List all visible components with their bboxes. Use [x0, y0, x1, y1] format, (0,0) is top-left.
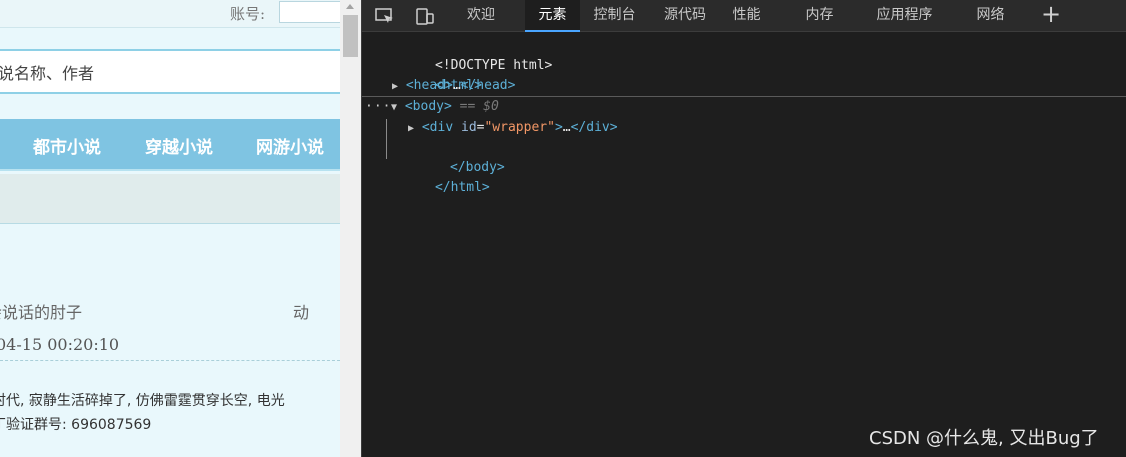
scroll-up-arrow-icon[interactable] [346, 4, 354, 9]
page-scrollbar[interactable] [340, 0, 361, 457]
tab-console[interactable]: 控制台 [587, 0, 642, 32]
collapse-triangle-icon[interactable]: ▼ [391, 102, 397, 113]
devtools-tab-bar: 欢迎 元素 控制台 源代码 性能 内存 应用程序 网络 + [362, 0, 1126, 32]
add-tab-icon[interactable]: + [1041, 2, 1061, 26]
inspect-element-icon[interactable] [375, 6, 395, 26]
csdn-watermark: CSDN @什么鬼, 又出Bug了 [869, 428, 1099, 449]
account-input[interactable] [279, 1, 340, 23]
search-input-text[interactable]: 说名称、作者 [0, 60, 94, 84]
dom-node-div-wrapper[interactable]: ▶ <div id="wrapper">…</div> [408, 118, 618, 138]
update-time: 04-15 00:20:10 [0, 335, 120, 354]
dom-node-html-close[interactable]: </html> [388, 158, 490, 195]
tab-performance[interactable]: 性能 [724, 0, 769, 32]
nav-item-online-game[interactable]: 网游小说 [256, 133, 324, 158]
section-band [0, 174, 340, 224]
dom-node-doctype[interactable]: <!DOCTYPE html> [388, 36, 552, 73]
devtools-panel: 欢迎 元素 控制台 源代码 性能 内存 应用程序 网络 + <!DOCTYPE … [361, 0, 1126, 457]
book-description-line-2: 丁验证群号: 696087569 [0, 417, 152, 433]
dom-node-body-close[interactable]: </body> [403, 138, 505, 175]
search-box[interactable]: 说名称、作者 [0, 49, 340, 94]
category-char: 动 [293, 303, 310, 322]
dom-node-body-row[interactable]: ··· ▼ <body> == $0 [362, 96, 1126, 117]
tab-sources[interactable]: 源代码 [655, 0, 715, 32]
author-name[interactable]: 会说话的肘子 [0, 299, 82, 323]
dom-node-html[interactable]: <html> [388, 56, 482, 93]
dom-node-body[interactable]: ▼ <body> == $0 [391, 97, 499, 117]
expand-triangle-icon[interactable]: ▶ [392, 81, 398, 92]
tab-memory[interactable]: 内存 [797, 0, 842, 32]
device-emulation-icon[interactable] [415, 6, 435, 26]
indent-guide [386, 119, 387, 159]
tab-elements[interactable]: 元素 [525, 0, 580, 32]
account-label: 账号: [230, 5, 266, 23]
dashed-divider [0, 360, 340, 361]
dom-node-head[interactable]: ▶ <head>…</head> [392, 76, 515, 96]
category-nav: 都市小说 穿越小说 网游小说 [0, 119, 340, 171]
expand-triangle-icon[interactable]: ▶ [408, 123, 414, 134]
tab-welcome[interactable]: 欢迎 [452, 0, 510, 32]
more-options-icon[interactable]: ··· [365, 97, 391, 116]
webpage-viewport: 账号: 说名称、作者 都市小说 穿越小说 网游小说 会说话的肘子 动 04-15… [0, 0, 340, 457]
scroll-thumb[interactable] [343, 15, 358, 57]
nav-item-urban[interactable]: 都市小说 [33, 133, 101, 158]
tab-application[interactable]: 应用程序 [867, 0, 942, 32]
book-description-line-1: 时代, 寂静生活碎掉了, 仿佛雷霆贯穿长空, 电光 [0, 393, 285, 409]
top-bar: 账号: [0, 0, 340, 28]
tab-network[interactable]: 网络 [968, 0, 1013, 32]
nav-item-time-travel[interactable]: 穿越小说 [145, 133, 213, 158]
